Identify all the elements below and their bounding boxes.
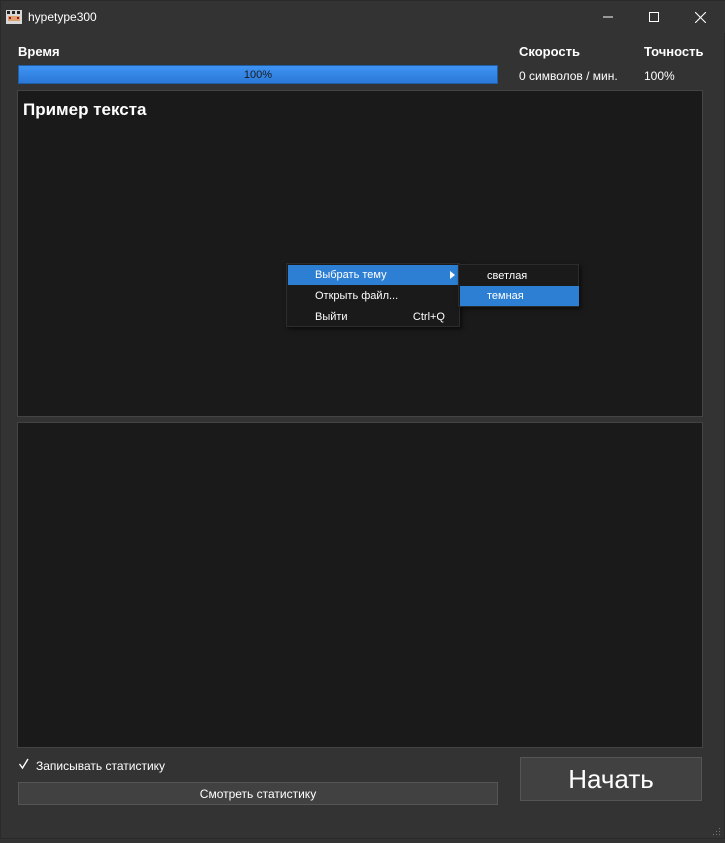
sample-text-pane[interactable]: Пример текста bbox=[17, 90, 703, 417]
start-button[interactable]: Начать bbox=[520, 757, 702, 801]
menu-item-open-file[interactable]: Открыть файл... bbox=[288, 286, 460, 306]
menu-item-label: Выбрать тему bbox=[315, 269, 387, 281]
submenu-item-dark[interactable]: темная bbox=[460, 286, 579, 306]
close-button[interactable] bbox=[677, 1, 723, 33]
theme-submenu: светлая темная bbox=[458, 264, 579, 307]
sample-text: Пример текста bbox=[23, 100, 147, 119]
time-label: Время bbox=[18, 44, 60, 59]
app-window: hypetype300 Время 100% Скорость 0 символ… bbox=[0, 0, 725, 839]
speed-label: Скорость bbox=[519, 44, 580, 59]
typing-input-area[interactable] bbox=[17, 422, 703, 748]
maximize-button[interactable] bbox=[631, 1, 677, 33]
view-stats-button[interactable]: Смотреть статистику bbox=[18, 782, 498, 805]
submenu-item-light[interactable]: светлая bbox=[460, 266, 579, 286]
resize-grip-icon[interactable] bbox=[711, 825, 721, 835]
progress-text: 100% bbox=[243, 68, 273, 81]
accuracy-value: 100% bbox=[644, 69, 675, 83]
submenu-item-label: светлая bbox=[487, 270, 528, 282]
checkmark-icon bbox=[18, 757, 30, 773]
context-menu: Выбрать тему Открыть файл... Выйти Ctrl+… bbox=[286, 263, 460, 327]
menu-item-shortcut: Ctrl+Q bbox=[412, 311, 445, 323]
title-bar[interactable]: hypetype300 bbox=[1, 1, 725, 33]
speed-value: 0 символов / мин. bbox=[519, 69, 618, 83]
submenu-item-label: темная bbox=[487, 290, 524, 302]
submenu-arrow-icon bbox=[450, 271, 455, 279]
accuracy-label: Точность bbox=[644, 44, 704, 59]
record-stats-label: Записывать статистику bbox=[36, 759, 166, 773]
menu-item-label: Открыть файл... bbox=[315, 290, 399, 302]
menu-item-label: Выйти bbox=[315, 311, 348, 323]
time-progress-bar: 100% bbox=[18, 65, 498, 84]
close-icon bbox=[694, 11, 706, 23]
minimize-icon bbox=[603, 16, 613, 18]
maximize-icon bbox=[649, 12, 659, 22]
window-title: hypetype300 bbox=[28, 10, 97, 24]
menu-item-choose-theme[interactable]: Выбрать тему bbox=[288, 265, 460, 285]
app-icon bbox=[6, 10, 22, 24]
menu-item-exit[interactable]: Выйти Ctrl+Q bbox=[288, 307, 460, 327]
minimize-button[interactable] bbox=[585, 1, 631, 33]
